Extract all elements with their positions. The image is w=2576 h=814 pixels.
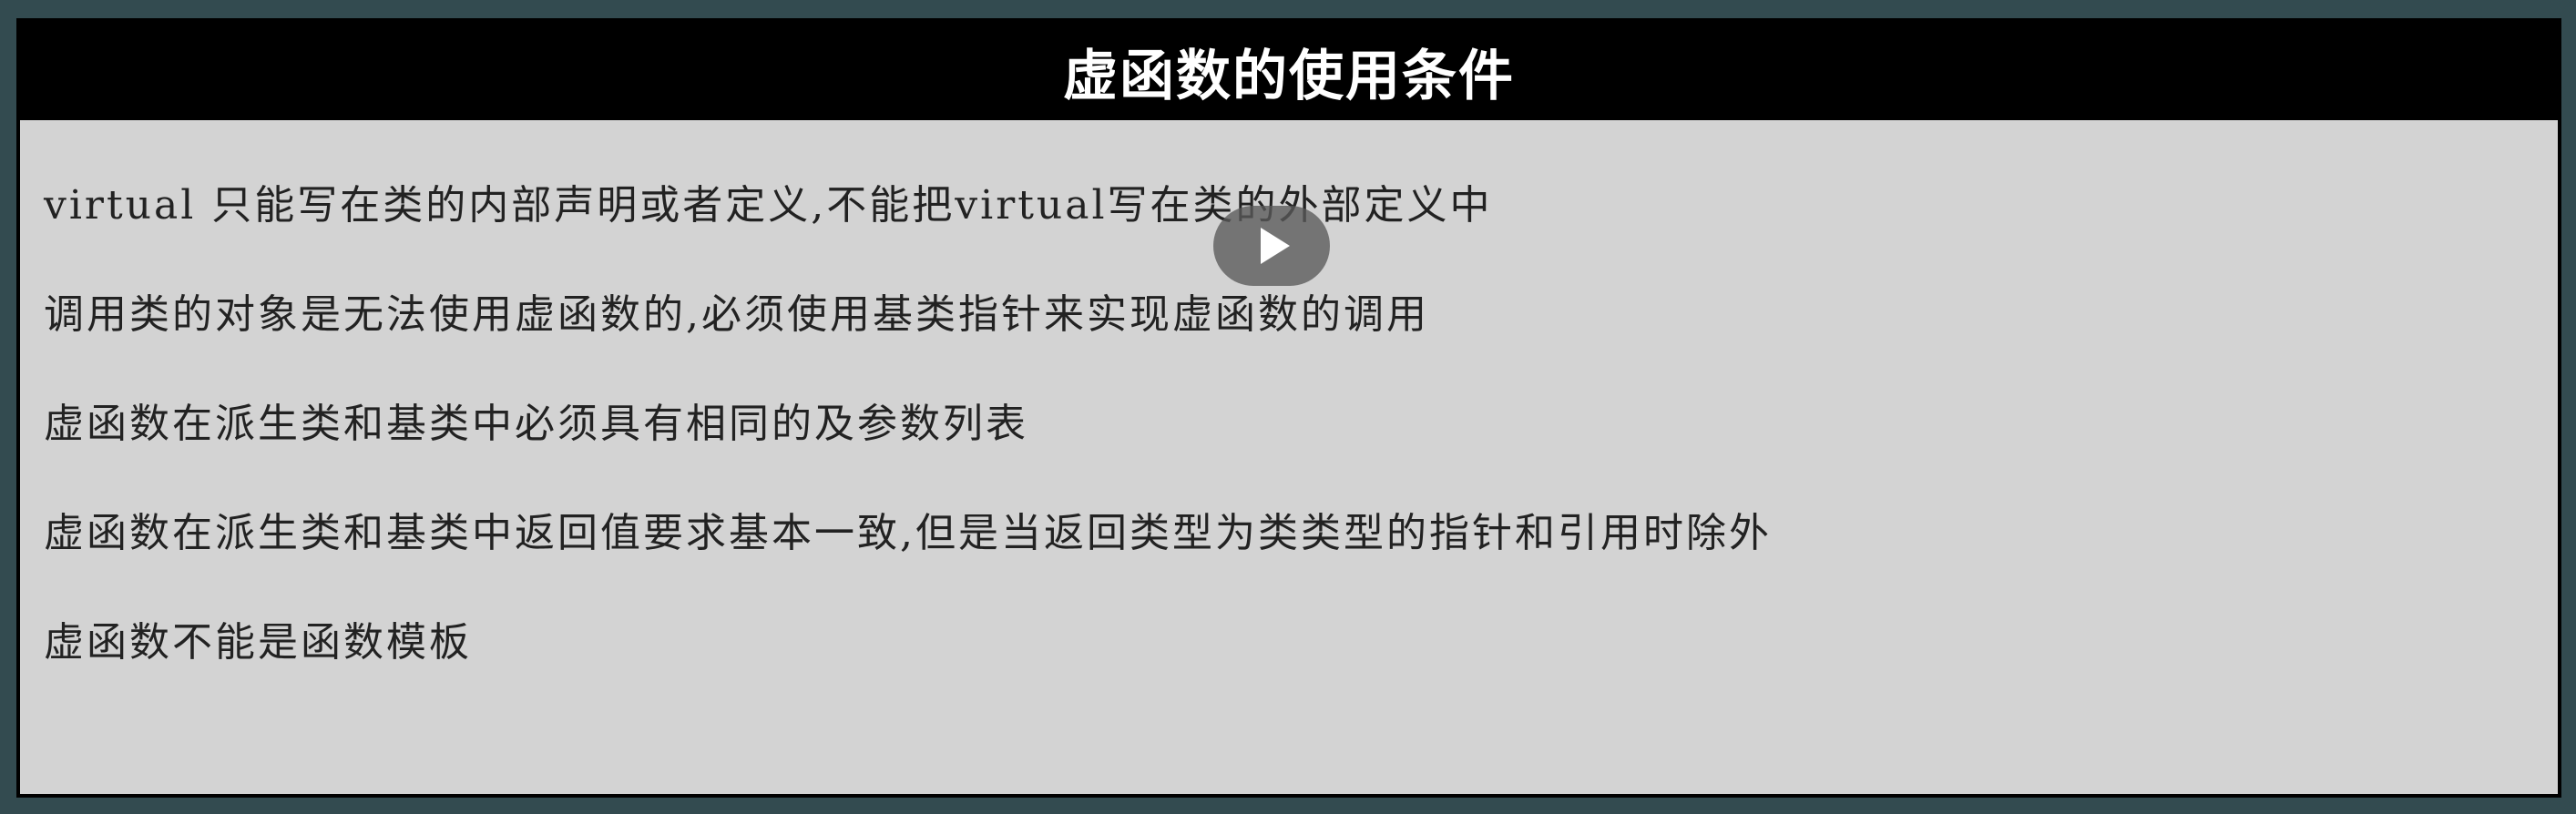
content-line: 虚函数不能是函数模板 [44, 619, 472, 666]
content-line: 调用类的对象是无法使用虚函数的,必须使用基类指针来实现虚函数的调用 [44, 291, 1429, 338]
title-bar: 虚函数的使用条件 [20, 22, 2558, 120]
play-icon [1261, 228, 1290, 264]
content-line: 虚函数在派生类和基类中必须具有相同的及参数列表 [44, 401, 1028, 447]
slide: 虚函数的使用条件 virtual 只能写在类的内部声明或者定义,不能把virtu… [16, 18, 2561, 798]
play-button[interactable] [1213, 206, 1330, 286]
content-line: 虚函数在派生类和基类中返回值要求基本一致,但是当返回类型为类类型的指针和引用时除… [44, 510, 1772, 556]
slide-title: 虚函数的使用条件 [1063, 44, 1515, 108]
